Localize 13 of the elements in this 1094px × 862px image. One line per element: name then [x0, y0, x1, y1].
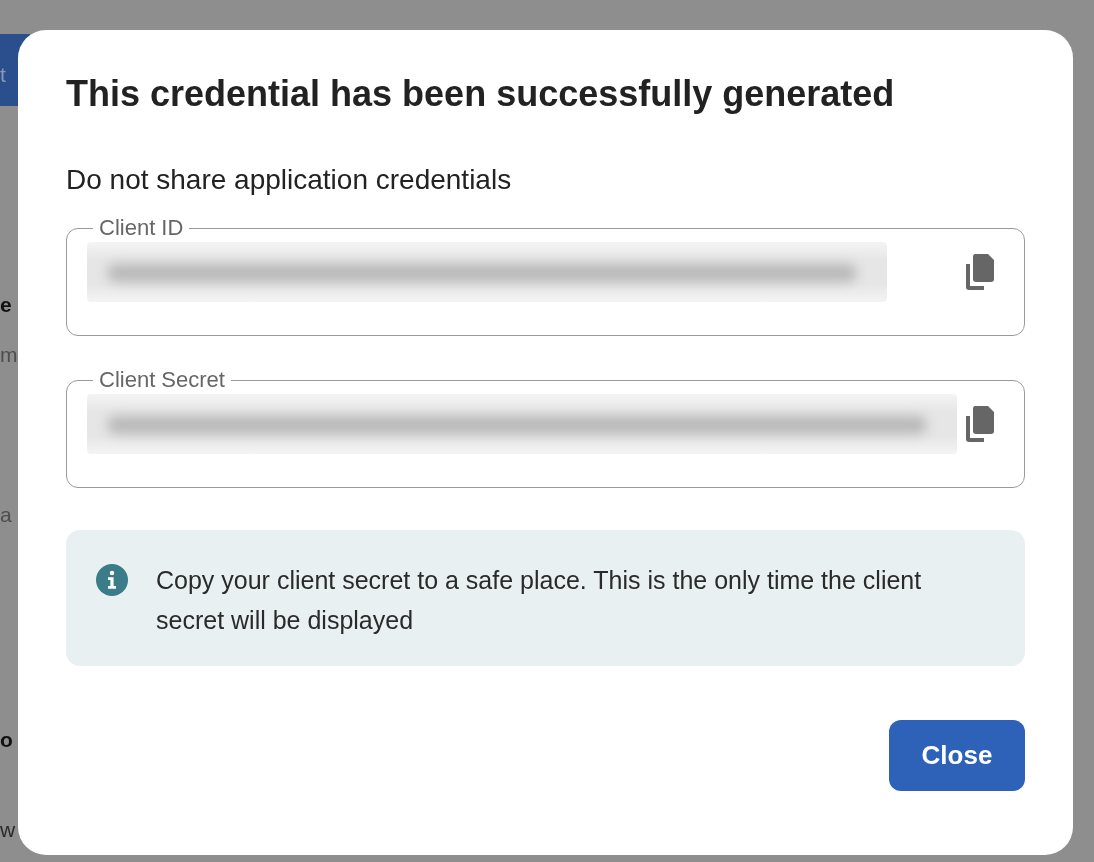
- dialog-subtitle: Do not share application credentials: [66, 163, 513, 197]
- page-text-fragment: m: [0, 342, 18, 368]
- field-label: Client Secret: [98, 366, 226, 394]
- notice-text: Copy your client secret to a safe place. This is the only time the client secret will be displayed: [156, 565, 923, 636]
- page-text-fragment: t: [0, 62, 6, 88]
- info-icon: [96, 564, 128, 596]
- dialog-title: This credential has been successfully generated: [66, 72, 896, 116]
- page-text-fragment: w: [0, 817, 16, 843]
- page-text-fragment: e: [0, 292, 12, 318]
- page-text-fragment: a: [0, 502, 12, 528]
- close-button[interactable]: Close: [889, 720, 1025, 791]
- field-label: Client ID: [98, 214, 185, 242]
- page-text-fragment: o: [0, 727, 13, 753]
